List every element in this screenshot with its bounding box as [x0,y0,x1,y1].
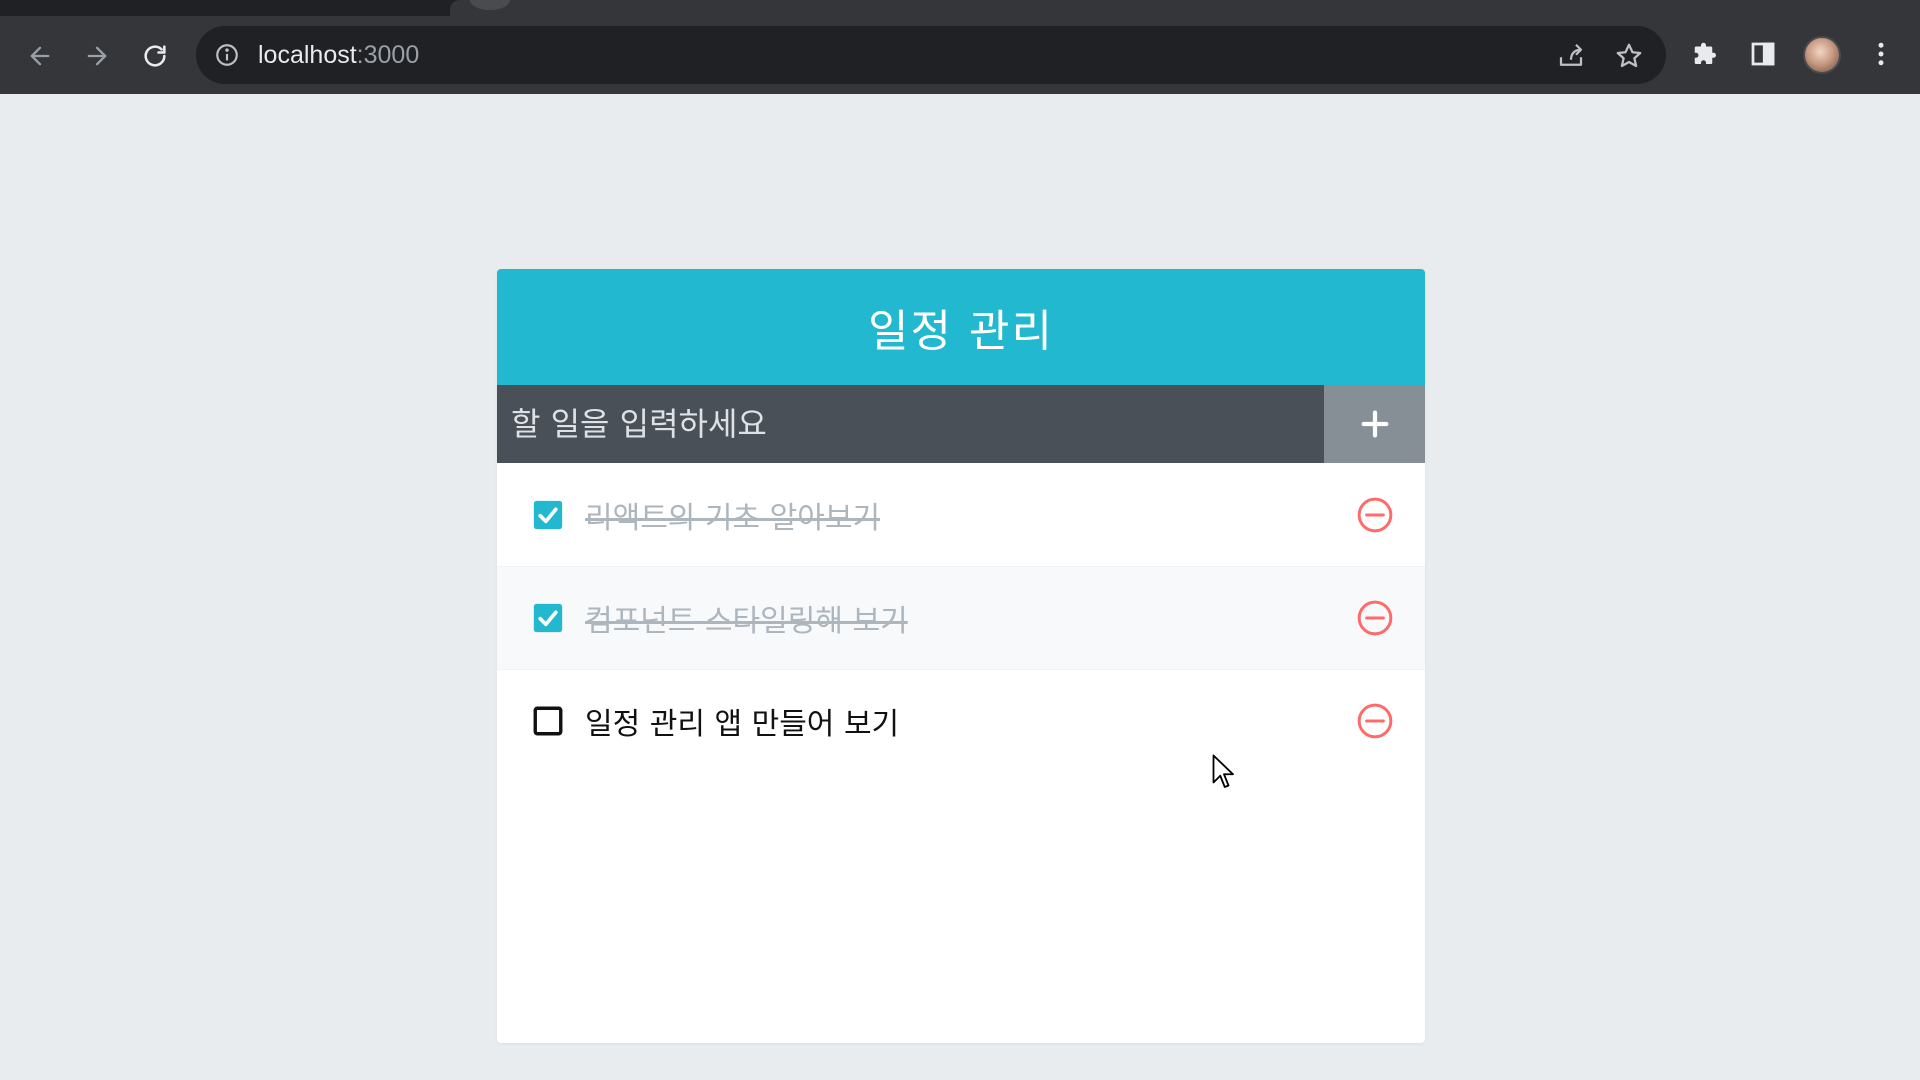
checkbox-blank-icon [533,706,563,736]
tab-strip [0,0,1920,16]
todo-checkbox[interactable] [531,601,565,635]
info-icon[interactable] [214,42,240,68]
checkbox-checked-icon [533,603,563,633]
back-button[interactable] [20,36,60,76]
url-host: localhost [258,41,357,69]
todo-item: 일정 관리 앱 만들어 보기 [497,669,1425,772]
todo-checkbox[interactable] [531,498,565,532]
checkbox-checked-icon [533,500,563,529]
star-icon[interactable] [1614,41,1644,71]
arrow-left-icon [30,46,50,66]
remove-todo-button[interactable] [1355,495,1395,535]
url-text[interactable]: localhost:3000 [258,40,419,70]
todo-text[interactable]: 일정 관리 앱 만들어 보기 [585,699,1355,743]
arrow-right-icon [87,46,107,66]
todo-text[interactable]: 리액트의 기초 알아보기 [585,493,1355,537]
browser-chrome: localhost:3000 [0,0,1920,94]
todo-list: 리액트의 기초 알아보기 컴포넌트 스타일링해 보기 일정 관리 앱 만들어 보… [497,463,1425,772]
side-panel-icon[interactable] [1745,36,1781,72]
add-todo-button[interactable] [1324,385,1425,463]
reload-icon [144,45,166,67]
todo-template: 일정 관리 리액트의 기초 알아보기 [497,269,1425,1043]
app-title: 일정 관리 [497,269,1425,385]
todo-input[interactable] [497,385,1324,463]
url-port: :3000 [356,41,420,69]
puzzle-icon[interactable] [1688,36,1724,72]
page-viewport: 일정 관리 리액트의 기초 알아보기 [0,94,1920,1080]
minus-circle-icon [1357,600,1393,636]
kebab-menu-icon[interactable] [1863,36,1899,72]
address-bar[interactable]: localhost:3000 [196,26,1666,84]
todo-checkbox[interactable] [531,704,565,738]
active-tab[interactable] [450,0,1920,16]
mouse-cursor-icon [1212,754,1234,788]
reload-button[interactable] [135,36,175,76]
share-icon[interactable] [1556,41,1586,71]
forward-button[interactable] [77,36,117,76]
browser-toolbar: localhost:3000 [0,16,1920,94]
todo-item: 컴포넌트 스타일링해 보기 [497,566,1425,669]
todo-text[interactable]: 컴포넌트 스타일링해 보기 [585,596,1355,640]
plus-icon [1361,410,1388,438]
profile-avatar[interactable] [1803,36,1841,74]
minus-circle-icon [1357,703,1393,739]
remove-todo-button[interactable] [1355,598,1395,638]
minus-circle-icon [1357,497,1393,532]
remove-todo-button[interactable] [1355,701,1395,741]
todo-insert-form [497,385,1425,463]
todo-item: 리액트의 기초 알아보기 [497,463,1425,566]
